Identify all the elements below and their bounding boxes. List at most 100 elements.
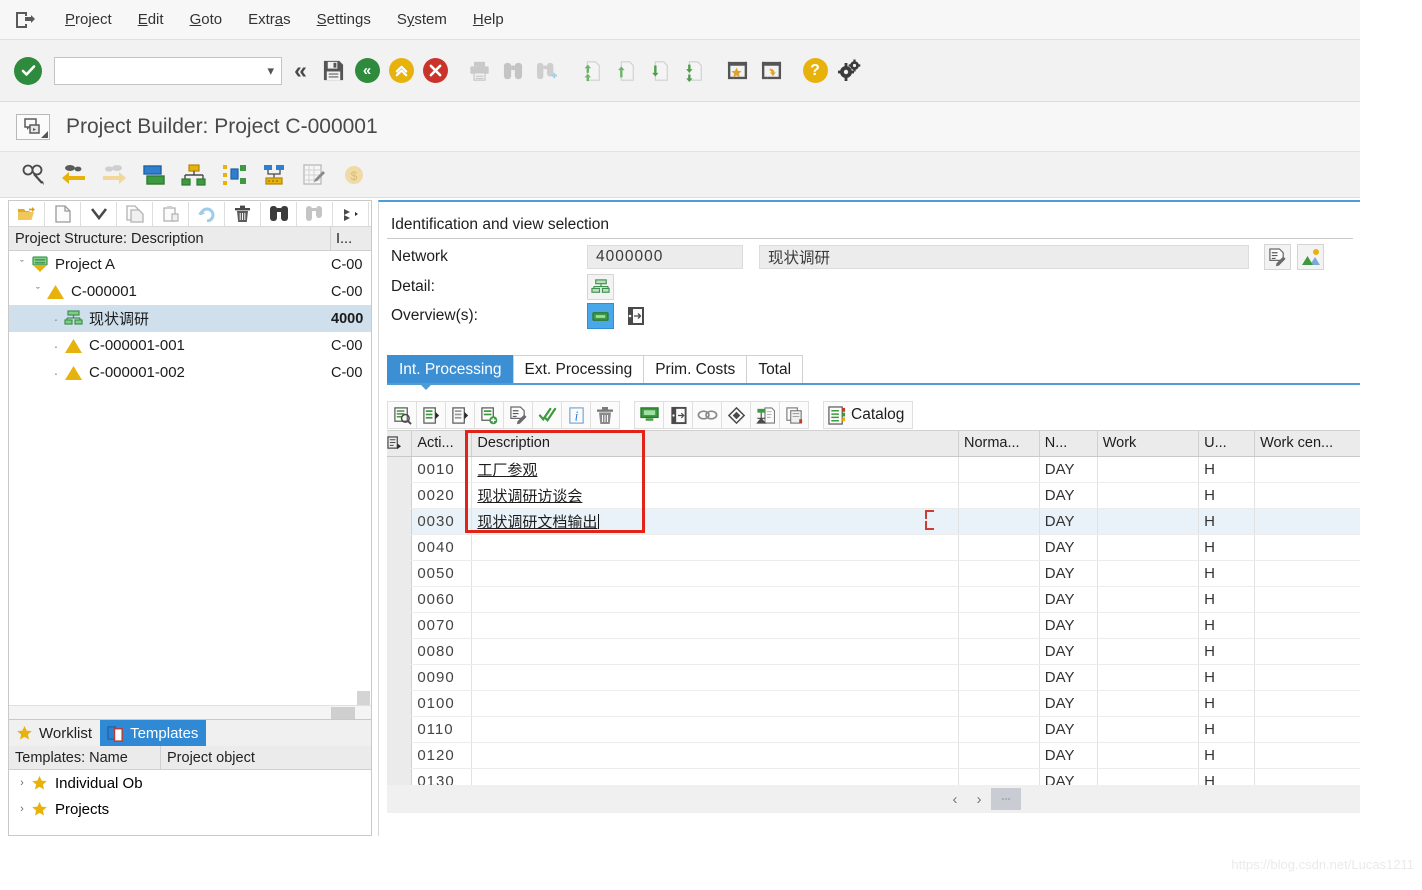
exit-icon[interactable] [663,401,693,429]
long-text-icon[interactable] [503,401,533,429]
cell-work[interactable] [1097,612,1200,639]
expander-icon[interactable]: ˇ [31,286,45,298]
find-next-icon[interactable] [530,54,564,88]
cell-unit[interactable]: DAY [1039,768,1098,785]
cell-work-center[interactable] [1254,690,1361,717]
table-row[interactable]: 0060 DAY H 0001 [387,586,1361,613]
enter-ok-button[interactable] [14,56,42,85]
command-field-wrapper[interactable]: ▾ [54,56,282,85]
cell-work[interactable] [1097,768,1200,785]
cell-description[interactable] [471,534,959,561]
insert-row-below-icon[interactable] [445,401,475,429]
cell-work-center[interactable] [1254,716,1361,743]
cell-normal-duration[interactable] [958,508,1040,535]
check-icon[interactable] [532,401,562,429]
menu-item-settings[interactable]: Settings [304,9,384,30]
row-selector[interactable] [387,482,413,509]
table-row[interactable]: 0070 DAY H 0001 [387,612,1361,639]
table-row[interactable]: 0050 DAY H 0001 [387,560,1361,587]
cell-work-center[interactable] [1254,742,1361,769]
cell-work-center[interactable] [1254,664,1361,691]
tab-int-processing[interactable]: Int. Processing [387,355,514,384]
cell-description[interactable]: 现状调研访谈会 [471,482,959,509]
cell-work-unit[interactable]: H [1198,456,1256,483]
cell-normal-duration[interactable] [958,612,1040,639]
cell-work-unit[interactable]: H [1198,768,1256,785]
cell-normal-duration[interactable] [958,560,1040,587]
cell-work-unit[interactable]: H [1198,560,1256,587]
sap-session-icon[interactable] [12,7,38,33]
document-icon[interactable] [779,401,809,429]
cell-work[interactable] [1097,742,1200,769]
delete-icon[interactable] [590,401,620,429]
tree-row-c-000001[interactable]: ˇ C-000001 C-00 [9,278,371,305]
cell-work[interactable] [1097,560,1200,587]
row-selector[interactable] [387,690,413,717]
cell-unit[interactable]: DAY [1039,560,1098,587]
cell-normal-duration[interactable] [958,690,1040,717]
cell-activity[interactable]: 0050 [411,560,473,587]
row-selector[interactable] [387,638,413,665]
col-header-work-unit[interactable]: U... [1198,431,1256,457]
cell-work-unit[interactable]: H [1198,664,1256,691]
templates-col-name[interactable]: Templates: Name [9,746,161,769]
graphic-icon[interactable] [1297,244,1324,270]
expander-icon[interactable]: ˇ [15,259,29,271]
network-number-field[interactable]: 4000000 [587,245,743,269]
tree-row-project-a[interactable]: ˇ Project A C-00 [9,251,371,278]
cell-activity[interactable]: 0100 [411,690,473,717]
cell-activity[interactable]: 0010 [411,456,473,483]
back-icon[interactable]: « [350,54,384,88]
last-page-icon[interactable] [676,54,710,88]
activity-table[interactable]: Acti... Description Norma... N... Work U… [387,430,1361,785]
cell-unit[interactable]: DAY [1039,612,1098,639]
cell-description[interactable] [471,586,959,613]
cell-normal-duration[interactable] [958,482,1040,509]
command-field[interactable] [55,58,251,83]
relationship-overview-icon[interactable] [621,303,649,330]
cell-normal-duration[interactable] [958,534,1040,561]
tab-worklist[interactable]: Worklist [9,720,100,746]
row-selector[interactable] [387,508,413,535]
network-description-field[interactable]: 现状调研 [759,245,1249,269]
assign-icon[interactable] [750,401,780,429]
undo-icon[interactable] [189,201,225,226]
expander-icon[interactable]: › [15,803,29,815]
menu-item-extras[interactable]: Extras [235,9,304,30]
cell-work[interactable] [1097,586,1200,613]
table-row[interactable]: 0030 现状调研文档输出 DAY H 0001 [387,508,1361,535]
cell-work-unit[interactable]: H [1198,612,1256,639]
cell-activity[interactable]: 0040 [411,534,473,561]
row-selector[interactable] [387,742,413,769]
templates-row-projects[interactable]: › Projects [9,796,371,822]
cell-work-unit[interactable]: H [1198,482,1256,509]
previous-object-icon[interactable] [54,158,94,192]
network-detail-icon[interactable] [587,274,614,300]
table-row[interactable]: 0100 DAY H 0001 [387,690,1361,717]
tab-total[interactable]: Total [746,355,804,384]
cell-description[interactable] [471,742,959,769]
previous-row-button[interactable]: ‹ [943,788,967,810]
table-row[interactable]: 0010 工厂参观 DAY H 0001 [387,456,1361,483]
cell-description[interactable] [471,716,959,743]
next-object-icon[interactable] [94,158,134,192]
cell-work[interactable] [1097,638,1200,665]
templates-row-individual-objects[interactable]: › Individual Ob [9,770,371,796]
col-header-work-center[interactable]: Work cen... [1254,431,1361,457]
report-icon[interactable] [294,158,334,192]
display-change-icon[interactable] [14,158,54,192]
cell-work[interactable] [1097,690,1200,717]
row-selector[interactable] [387,768,413,785]
scrollbar-thumb[interactable] [331,707,355,719]
delete-icon[interactable] [225,201,261,226]
menu-item-project[interactable]: Project [52,9,125,30]
row-selector[interactable] [387,534,413,561]
col-header-unit[interactable]: N... [1039,431,1098,457]
cell-work-unit[interactable]: H [1198,534,1256,561]
collapse-icon[interactable] [81,201,117,226]
cell-unit[interactable]: DAY [1039,456,1098,483]
detail-icon[interactable] [387,401,417,429]
cell-normal-duration[interactable] [958,664,1040,691]
cell-normal-duration[interactable] [958,716,1040,743]
row-selector[interactable] [387,586,413,613]
